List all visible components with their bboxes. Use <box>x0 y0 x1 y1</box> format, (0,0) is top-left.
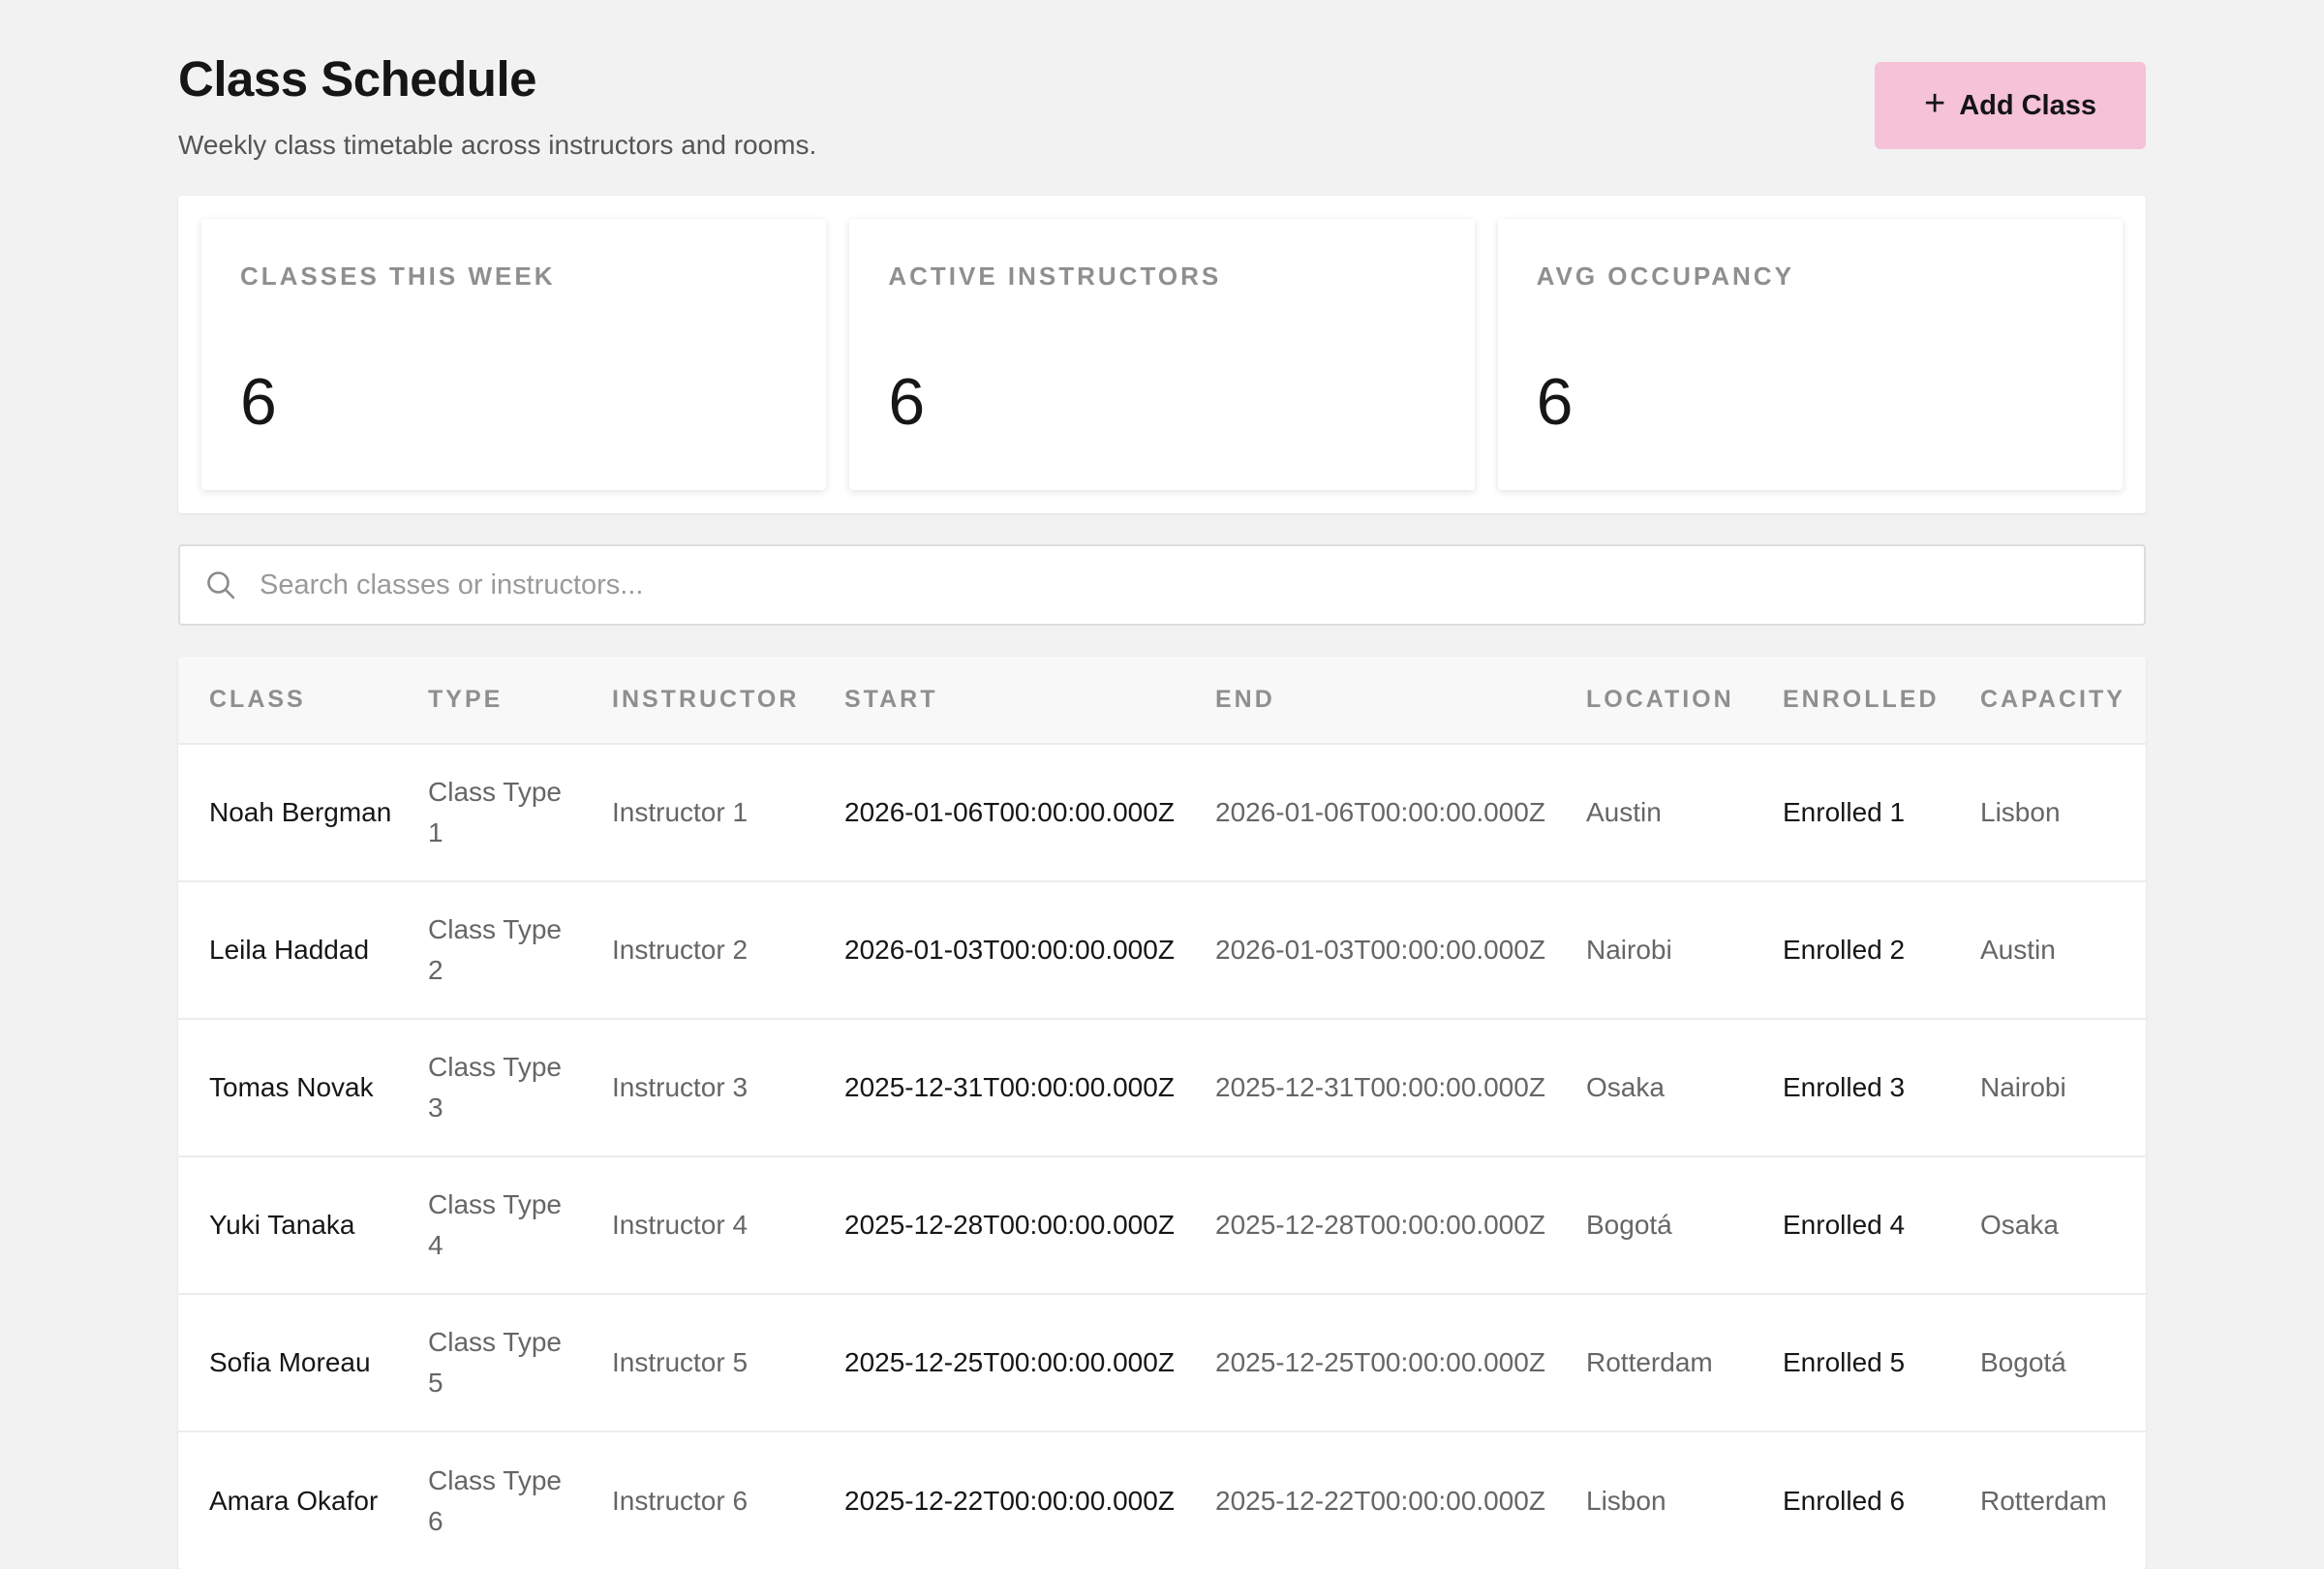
stat-value: 6 <box>240 365 277 439</box>
cell-capacity: Osaka <box>1980 1210 2059 1240</box>
cell-enrolled: Enrolled 5 <box>1783 1347 1906 1377</box>
column-header-end[interactable]: END <box>1184 657 1555 744</box>
cell-type: Class Type 6 <box>428 1464 562 1536</box>
stat-label: AVG OCCUPANCY <box>1536 262 1794 291</box>
cell-instructor: Instructor 2 <box>612 935 749 965</box>
cell-class: Leila Haddad <box>209 935 370 965</box>
cell-start: 2025-12-22T00:00:00.000Z <box>844 1485 1175 1516</box>
cell-enrolled: Enrolled 3 <box>1783 1072 1906 1102</box>
cell-instructor: Instructor 4 <box>612 1210 749 1240</box>
search-input[interactable] <box>260 546 2144 624</box>
cell-instructor: Instructor 6 <box>612 1485 749 1516</box>
cell-end: 2026-01-03T00:00:00.000Z <box>1215 935 1545 965</box>
table-header-row: CLASS TYPE INSTRUCTOR START END LOCATION… <box>178 657 2146 744</box>
cell-start: 2026-01-06T00:00:00.000Z <box>844 797 1175 827</box>
page-title: Class Schedule <box>178 51 537 107</box>
cell-class: Sofia Moreau <box>209 1347 371 1377</box>
cell-enrolled: Enrolled 4 <box>1783 1210 1906 1240</box>
page: Class Schedule Weekly class timetable ac… <box>178 0 2146 1569</box>
table-row[interactable]: Noah Bergman Class Type 1 Instructor 1 2… <box>178 744 2146 881</box>
stat-card-avg-occupancy: AVG OCCUPANCY 6 <box>1497 219 2123 490</box>
plus-icon: + <box>1923 83 1946 124</box>
cell-class: Noah Bergman <box>209 797 392 827</box>
cell-instructor: Instructor 3 <box>612 1072 749 1102</box>
stats-panel: CLASSES THIS WEEK 6 ACTIVE INSTRUCTORS 6… <box>178 196 2146 513</box>
cell-start: 2025-12-31T00:00:00.000Z <box>844 1072 1175 1102</box>
header: Class Schedule Weekly class timetable ac… <box>178 0 2146 196</box>
cell-end: 2025-12-28T00:00:00.000Z <box>1215 1210 1545 1240</box>
search-box <box>178 544 2146 626</box>
cell-type: Class Type 5 <box>428 1327 562 1398</box>
cell-type: Class Type 1 <box>428 777 562 847</box>
class-table: CLASS TYPE INSTRUCTOR START END LOCATION… <box>178 657 2146 1569</box>
table-row[interactable]: Amara Okafor Class Type 6 Instructor 6 2… <box>178 1431 2146 1569</box>
page-subtitle: Weekly class timetable across instructor… <box>178 130 817 160</box>
cell-capacity: Lisbon <box>1980 797 2061 827</box>
cell-class: Tomas Novak <box>209 1072 374 1102</box>
cell-class: Yuki Tanaka <box>209 1210 355 1240</box>
cell-type: Class Type 3 <box>428 1052 562 1123</box>
column-header-type[interactable]: TYPE <box>397 657 581 744</box>
cell-location: Nairobi <box>1586 935 1672 965</box>
cell-end: 2026-01-06T00:00:00.000Z <box>1215 797 1545 827</box>
stat-card-active-instructors: ACTIVE INSTRUCTORS 6 <box>849 219 1475 490</box>
column-header-start[interactable]: START <box>813 657 1184 744</box>
column-header-class[interactable]: CLASS <box>178 657 397 744</box>
stat-card-classes-this-week: CLASSES THIS WEEK 6 <box>201 219 827 490</box>
column-header-location[interactable]: LOCATION <box>1555 657 1752 744</box>
stat-value: 6 <box>1536 365 1574 439</box>
stat-value: 6 <box>888 365 926 439</box>
add-class-button-label: Add Class <box>1959 89 2097 121</box>
cell-location: Bogotá <box>1586 1210 1672 1240</box>
cell-start: 2026-01-03T00:00:00.000Z <box>844 935 1175 965</box>
cell-capacity: Bogotá <box>1980 1347 2066 1377</box>
search-icon <box>203 568 238 602</box>
cell-end: 2025-12-25T00:00:00.000Z <box>1215 1347 1545 1377</box>
column-header-enrolled[interactable]: ENROLLED <box>1752 657 1949 744</box>
cell-class: Amara Okafor <box>209 1485 379 1516</box>
cell-location: Lisbon <box>1586 1485 1667 1516</box>
stat-label: CLASSES THIS WEEK <box>240 262 556 291</box>
cell-start: 2025-12-25T00:00:00.000Z <box>844 1347 1175 1377</box>
cell-end: 2025-12-22T00:00:00.000Z <box>1215 1485 1545 1516</box>
column-header-instructor[interactable]: INSTRUCTOR <box>581 657 813 744</box>
cell-start: 2025-12-28T00:00:00.000Z <box>844 1210 1175 1240</box>
cell-type: Class Type 2 <box>428 914 562 985</box>
column-header-capacity[interactable]: CAPACITY <box>1949 657 2146 744</box>
cell-location: Osaka <box>1586 1072 1665 1102</box>
cell-capacity: Austin <box>1980 935 2056 965</box>
cell-type: Class Type 4 <box>428 1189 562 1260</box>
cell-end: 2025-12-31T00:00:00.000Z <box>1215 1072 1545 1102</box>
table-row[interactable]: Sofia Moreau Class Type 5 Instructor 5 2… <box>178 1294 2146 1431</box>
add-class-button[interactable]: + Add Class <box>1875 62 2146 149</box>
cell-enrolled: Enrolled 1 <box>1783 797 1906 827</box>
cell-enrolled: Enrolled 2 <box>1783 935 1906 965</box>
cell-instructor: Instructor 1 <box>612 797 749 827</box>
cell-instructor: Instructor 5 <box>612 1347 749 1377</box>
cell-capacity: Nairobi <box>1980 1072 2066 1102</box>
cell-location: Austin <box>1586 797 1662 827</box>
table-row[interactable]: Yuki Tanaka Class Type 4 Instructor 4 20… <box>178 1156 2146 1294</box>
table-row[interactable]: Tomas Novak Class Type 3 Instructor 3 20… <box>178 1019 2146 1156</box>
cell-capacity: Rotterdam <box>1980 1485 2107 1516</box>
table-row[interactable]: Leila Haddad Class Type 2 Instructor 2 2… <box>178 881 2146 1019</box>
stat-label: ACTIVE INSTRUCTORS <box>888 262 1222 291</box>
cell-enrolled: Enrolled 6 <box>1783 1485 1906 1516</box>
cell-location: Rotterdam <box>1586 1347 1713 1377</box>
